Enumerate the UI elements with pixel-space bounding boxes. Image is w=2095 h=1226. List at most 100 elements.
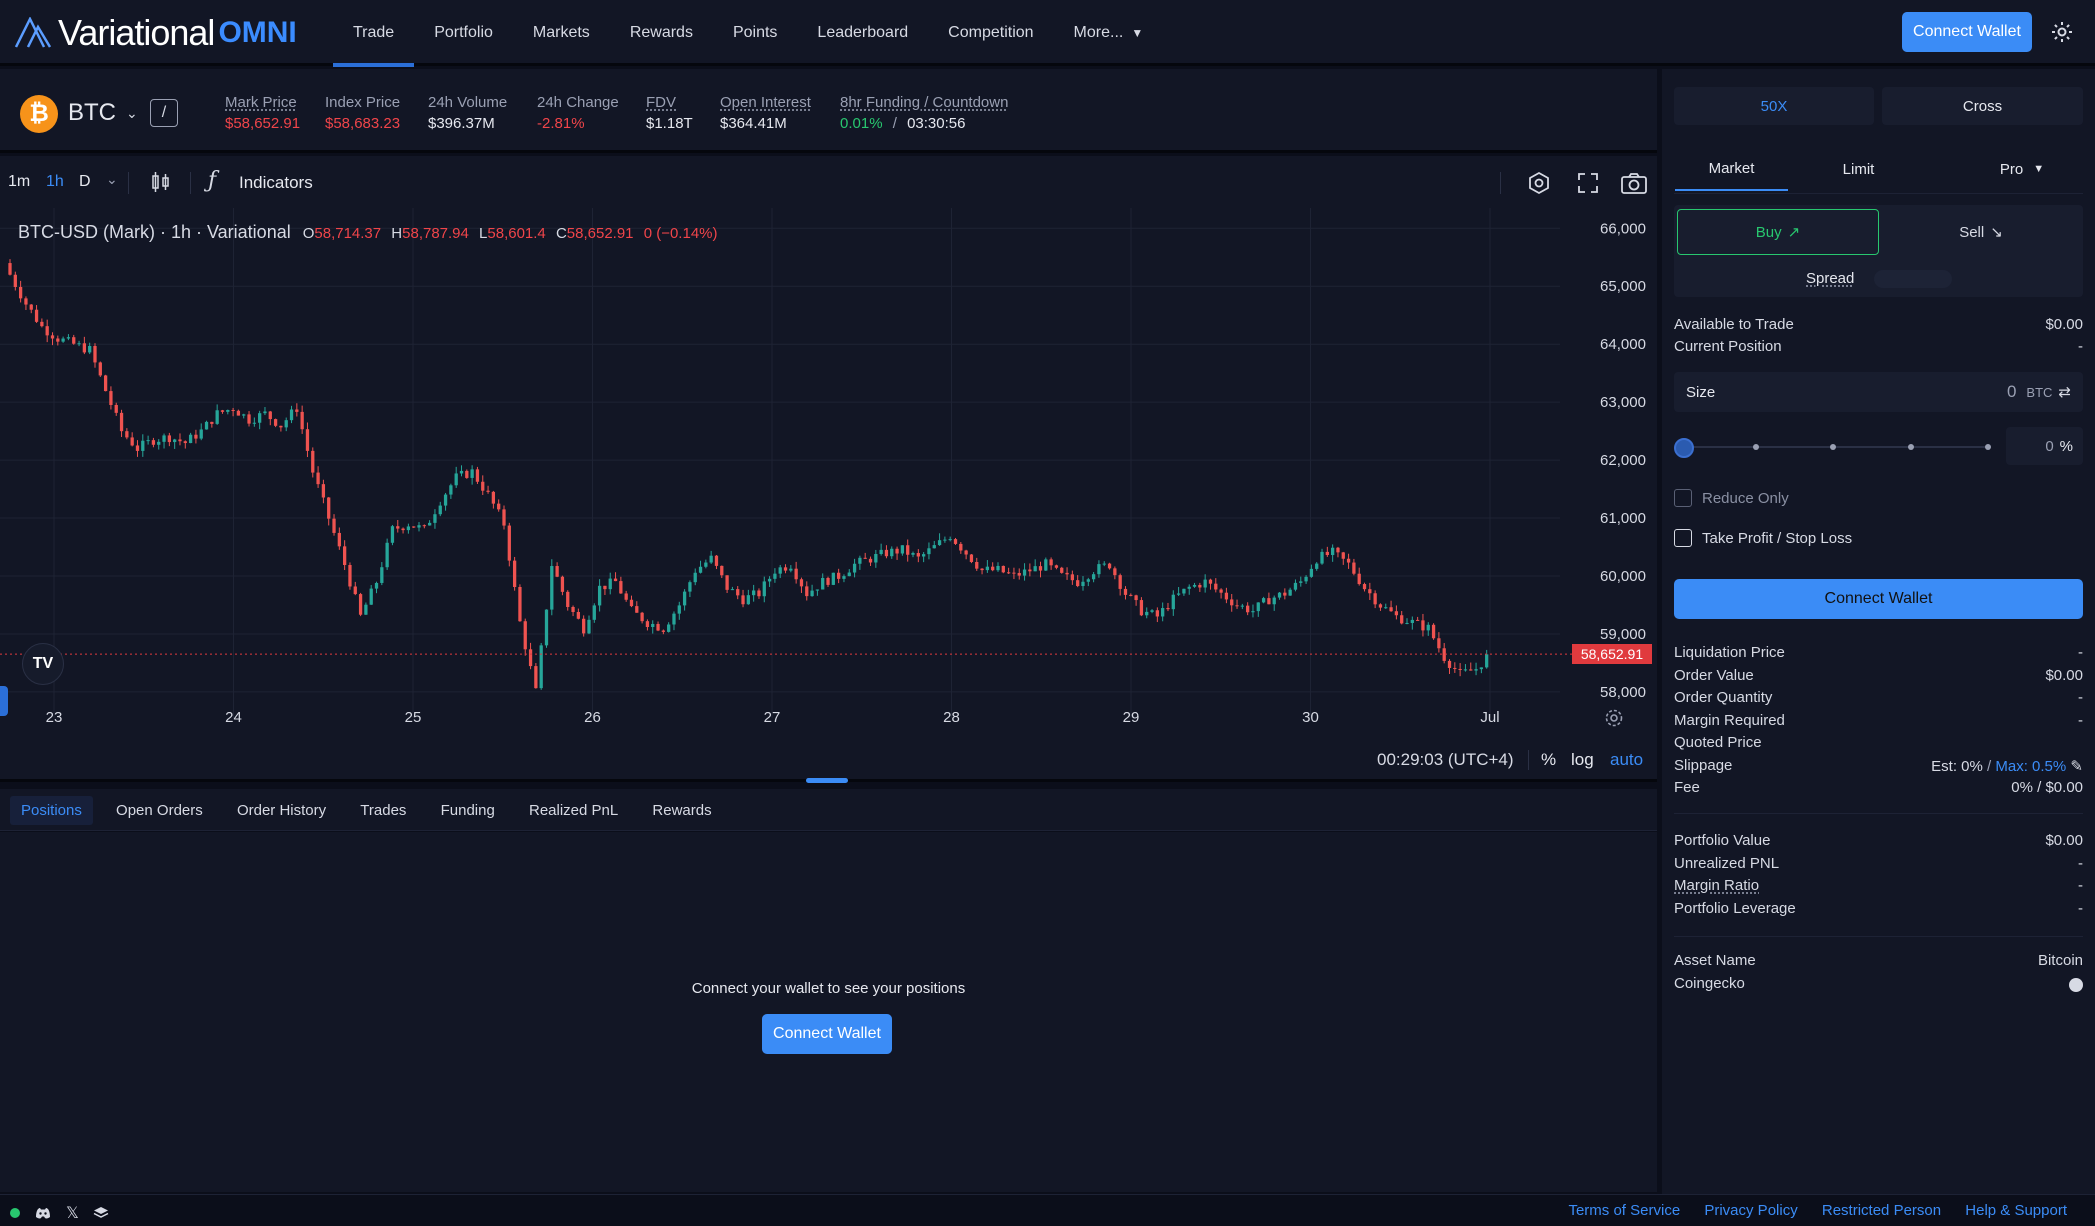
candle-body [459, 470, 464, 474]
candle-body [1219, 589, 1223, 593]
candle-body [507, 525, 511, 561]
candle-type-icon[interactable] [150, 170, 172, 194]
chart-toolbar: 1m 1h D ⌄ ƒ Indicators [0, 156, 1657, 208]
slippage-value[interactable]: Est: 0% / Max: 0.5% ✎ [1931, 757, 2083, 780]
nav-leaderboard[interactable]: Leaderboard [797, 0, 928, 66]
discord-icon[interactable] [34, 1206, 52, 1220]
auto-scale-toggle[interactable]: auto [1610, 750, 1643, 770]
x-twitter-icon[interactable]: 𝕏 [66, 1203, 79, 1223]
interval-1m[interactable]: 1m [8, 173, 30, 191]
size-input[interactable]: Size 0 BTC ⇄ [1674, 372, 2083, 412]
axis-settings-icon[interactable] [1604, 708, 1624, 728]
candle-body [890, 548, 894, 557]
candle-body [422, 525, 426, 527]
nav-points[interactable]: Points [713, 0, 797, 66]
stat-funding: 8hr Funding / Countdown 0.01% / 03:30:56 [840, 94, 1008, 132]
tab-positions[interactable]: Positions [10, 796, 93, 825]
footer-link-privacy[interactable]: Privacy Policy [1704, 1202, 1797, 1219]
log-scale-toggle[interactable]: log [1571, 750, 1594, 770]
tab-trades[interactable]: Trades [349, 796, 417, 825]
candle-body [1107, 563, 1112, 569]
positions-connect-wallet-button[interactable]: Connect Wallet [762, 1014, 892, 1054]
side-panel-toggle[interactable] [0, 686, 8, 716]
tpsl-checkbox[interactable]: Take Profit / Stop Loss [1674, 529, 1852, 547]
camera-icon[interactable] [1620, 171, 1648, 195]
nav-rewards[interactable]: Rewards [610, 0, 713, 66]
slider-handle[interactable] [1674, 438, 1694, 458]
nav-competition[interactable]: Competition [928, 0, 1053, 66]
footer-link-terms[interactable]: Terms of Service [1568, 1202, 1680, 1219]
order-type-market[interactable]: Market [1675, 147, 1788, 191]
price-chart[interactable]: 58,000 59,000 60,000 61,000 62,000 63,000 64,0… [0, 208, 1657, 783]
divider [1674, 813, 2083, 814]
candle-body [188, 434, 193, 444]
candle-body [1251, 611, 1255, 613]
coingecko-icon[interactable] [2069, 977, 2083, 992]
docs-layers-icon[interactable] [93, 1206, 109, 1220]
candle-body [1155, 610, 1159, 617]
tab-funding[interactable]: Funding [430, 796, 506, 825]
candle-body [45, 326, 49, 336]
candle-body [1129, 594, 1133, 596]
percent-scale-toggle[interactable]: % [1541, 750, 1556, 770]
indicators-button[interactable]: Indicators [239, 173, 313, 193]
summary-value: 0% / $0.00 [2011, 779, 2083, 796]
tradingview-logo[interactable]: TV [22, 643, 64, 685]
candle-body [1145, 611, 1149, 616]
reduce-only-checkbox[interactable]: Reduce Only [1674, 489, 1789, 507]
candle-body [390, 526, 395, 543]
summary-value: $0.00 [2045, 666, 2083, 684]
interval-dropdown-icon[interactable]: ⌄ [106, 171, 118, 188]
order-panel: 50X Cross Market Limit Pro ▼ Buy ↗ Sell … [1662, 69, 2095, 1194]
candle-body [1017, 572, 1021, 576]
interval-d[interactable]: D [79, 173, 91, 191]
margin-mode-button[interactable]: Cross [1882, 87, 2083, 125]
chart-settings-icon[interactable] [1527, 171, 1551, 195]
gear-icon[interactable] [2050, 20, 2074, 44]
candle-body [1415, 619, 1420, 621]
candle-body [475, 469, 480, 482]
panel-resize-handle[interactable] [806, 778, 848, 783]
footer-link-help[interactable]: Help & Support [1965, 1202, 2067, 1219]
nav-markets[interactable]: Markets [513, 0, 610, 66]
nav-more[interactable]: More... ▼ [1054, 0, 1164, 66]
tab-rewards[interactable]: Rewards [641, 796, 722, 825]
nav-portfolio[interactable]: Portfolio [414, 0, 513, 66]
order-type-pro-dropdown[interactable]: Pro ▼ [1962, 147, 2082, 191]
size-slider[interactable] [1674, 431, 1994, 461]
candle-body [1012, 572, 1016, 574]
nav-trade[interactable]: Trade [333, 0, 415, 67]
pencil-icon[interactable]: ✎ [2070, 758, 2083, 775]
size-percent-input[interactable]: 0 % [2006, 427, 2083, 465]
slash-shortcut-button[interactable]: / [150, 99, 178, 127]
candle-body [247, 414, 251, 424]
candle-body [417, 525, 421, 528]
buy-button[interactable]: Buy ↗ [1677, 209, 1879, 255]
candlestick-chart[interactable]: 58,000 59,000 60,000 61,000 62,000 63,000 64,0… [0, 208, 1657, 782]
candle-body [98, 362, 102, 376]
symbol-selector[interactable]: BTC ⌄ [68, 99, 138, 127]
fullscreen-icon[interactable] [1576, 171, 1600, 195]
asset-info: Asset Name Bitcoin Coingecko [1674, 952, 2083, 997]
interval-1h[interactable]: 1h [46, 173, 64, 191]
brand-logo[interactable]: Variational OMNI [14, 12, 297, 54]
funding-rate: 0.01% [840, 115, 883, 132]
stat-value: $396.37M [428, 115, 495, 132]
footer-link-restricted[interactable]: Restricted Person [1822, 1202, 1941, 1219]
candle-body [810, 590, 814, 597]
tab-realized-pnl[interactable]: Realized PnL [518, 796, 629, 825]
candle-body [571, 606, 575, 612]
order-type-limit[interactable]: Limit [1802, 147, 1915, 191]
swap-unit-icon[interactable]: ⇄ [2058, 383, 2071, 401]
stat-label: 24h Volume [428, 94, 508, 111]
tab-open-orders[interactable]: Open Orders [105, 796, 214, 825]
tab-order-history[interactable]: Order History [226, 796, 337, 825]
candle-body [688, 582, 692, 592]
asset-label: Coingecko [1674, 974, 1745, 992]
connect-wallet-button[interactable]: Connect Wallet [1902, 12, 2032, 52]
order-connect-wallet-button[interactable]: Connect Wallet [1674, 579, 2083, 619]
candle-body [252, 422, 256, 424]
leverage-button[interactable]: 50X [1674, 87, 1874, 125]
candle-body [693, 572, 697, 583]
sell-button[interactable]: Sell ↘ [1882, 209, 2080, 255]
